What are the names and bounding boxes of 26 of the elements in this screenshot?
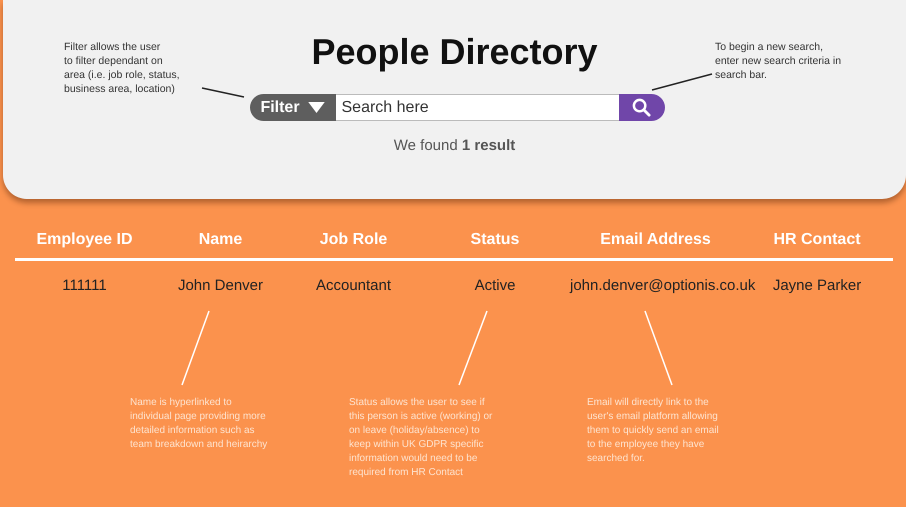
page-title: People Directory xyxy=(311,30,598,74)
column-header: Job Role xyxy=(318,231,388,249)
search-field[interactable]: Search here xyxy=(336,94,618,121)
result-summary: We found 1 result xyxy=(394,137,516,154)
annotation-note: To begin a new search, enter new search criteria in search bar. xyxy=(715,40,842,82)
search-button[interactable] xyxy=(618,94,664,121)
email-link[interactable]: john.denver@optionis.co.uk xyxy=(570,277,756,294)
leader-line xyxy=(652,73,712,91)
table-cell: 111111 xyxy=(62,277,107,294)
annotation-note: Name is hyperlinked to individual page providing more detailed information such as team breakdown and heirarchy xyxy=(130,396,268,452)
annotation-note: Status allows the user to see if this person is active (working) or on leave (holiday/absence) to keep within UK GDPR specific information would need to be required from HR Contact xyxy=(349,396,492,480)
column-header: Name xyxy=(198,231,244,249)
filter-button[interactable]: Filter xyxy=(250,94,336,121)
caret-icon xyxy=(308,102,325,113)
column-header: Employee ID xyxy=(35,231,134,249)
column-header: Email Address xyxy=(599,231,712,249)
column-header: Status xyxy=(470,231,520,249)
leader-line xyxy=(202,87,244,98)
search-icon xyxy=(632,98,651,117)
annotation-note: Filter allows the user to filter dependant on area (i.e. job role, status, business area, location) xyxy=(64,40,180,96)
name-link[interactable]: John Denver xyxy=(178,277,264,294)
table-cell: Jayne Parker xyxy=(772,277,862,294)
annotation-note: Email will directly link to the user's email platform allowing them to quickly send an email to the employee they have searched for. xyxy=(587,396,719,466)
table-cell: Active xyxy=(474,277,516,294)
table-cell: Accountant xyxy=(316,277,392,294)
column-header: HR Contact xyxy=(772,231,862,249)
